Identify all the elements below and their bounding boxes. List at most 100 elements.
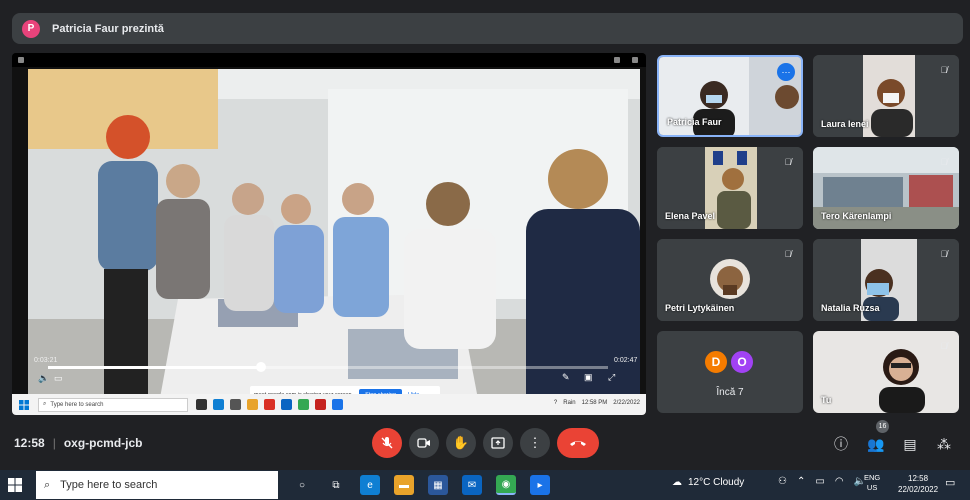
hand-icon: ✋ [452,435,470,450]
window-minimize-icon[interactable] [614,57,620,63]
search-icon: ⌕ [43,401,47,407]
task-view-icon[interactable] [196,399,207,410]
camera-toggle-button[interactable] [409,428,439,458]
chevron-up-icon[interactable]: ⌃ [797,476,805,487]
volume-icon[interactable]: 🔈 [38,373,49,384]
inner-search-placeholder: Type here to search [50,401,104,408]
raise-hand-button[interactable]: ✋ [446,428,476,458]
activities-icon: ⁂ [937,435,951,452]
mail-icon[interactable] [281,399,292,410]
inner-tray: ? Rain 12:58 PM 2/22/2022 [554,400,640,406]
office-icon[interactable] [264,399,275,410]
inner-search-box[interactable]: ⌕ Type here to search [38,397,188,412]
inner-clock-time: 12:58 PM [581,400,608,406]
clock-time: 12:58 [908,474,929,483]
taskbar-clock[interactable]: 12:58 22/02/2022 [898,473,938,495]
mic-off-icon: 🎙̸ [940,157,948,167]
avatar-o: O [729,349,755,375]
mic-off-icon: 🎙̸ [940,341,948,351]
cortana-icon[interactable]: ○ [292,475,312,495]
tile-more-participants[interactable]: D O Încă 7 [657,331,803,413]
tile-tero-karenlampi[interactable]: 🎙̸ Tero Kärenlampi [813,147,959,229]
shared-video[interactable]: 0:03:21 0:02:47 🔈 ▭ ✎ ▣ ⤢ meet.google.co… [28,69,640,415]
chrome-icon[interactable]: ◉ [496,475,516,495]
pip-icon[interactable]: ▣ [584,372,593,383]
video-progress-knob[interactable] [255,362,266,372]
people-button[interactable]: 👥 [866,434,886,454]
video-time-current: 0:03:21 [34,357,58,364]
tile-patricia-faur[interactable]: ⋯ Patricia Faur [657,55,803,137]
edge-icon[interactable]: e [360,475,380,495]
presentation-title-bar [12,53,646,67]
explorer-icon[interactable] [230,399,241,410]
taskbar-weather[interactable]: ☁ 12°C Cloudy [672,477,744,488]
window-close-icon[interactable] [632,57,638,63]
video-time-total: 0:02:47 [614,357,638,364]
fullscreen-icon[interactable]: ⤢ [608,372,615,383]
inner-taskbar-apps [196,399,343,410]
tile-elena-pavel[interactable]: 🎙̸ Elena Pavel [657,147,803,229]
notification-icon[interactable]: ▭ [945,476,961,492]
chrome-icon[interactable] [298,399,309,410]
more-options-button[interactable]: ⋮ [520,428,550,458]
leave-call-button[interactable] [557,428,599,458]
mic-toggle-button[interactable] [372,428,402,458]
taskbar-search-box[interactable]: ⌕ Type here to search [36,471,278,499]
mic-off-icon: 🎙̸ [784,249,792,259]
presenter-bar: P Patricia Faur prezintă [12,13,963,44]
lang-code: ENG [864,473,881,482]
file-explorer-icon[interactable]: ▬ [394,475,414,495]
camera-icon [417,438,430,448]
avatar-d: D [703,349,729,375]
more-participants-label: Încă 7 [716,387,744,398]
network-icon[interactable]: ◠ [835,476,844,487]
chat-icon: ▤ [903,435,917,452]
speaking-indicator-icon: ⋯ [777,63,795,81]
weather-text: 12°C Cloudy [688,477,745,488]
folder-icon[interactable] [247,399,258,410]
tile-petri-lytykainen[interactable]: 🎙̸ Petri Lytykäinen [657,239,803,321]
lang-region: US [866,483,878,492]
mic-off-icon: 🎙̸ [940,65,948,75]
video-progress-bar[interactable] [48,362,608,372]
presentation-view[interactable]: 0:03:21 0:02:47 🔈 ▭ ✎ ▣ ⤢ meet.google.co… [12,53,646,415]
participant-name: Natalia Ruzsa [821,303,880,313]
people-tray-icon[interactable]: ⚇ [778,476,787,487]
info-icon: ⓘ [834,436,848,452]
participant-name: Patricia Faur [667,117,722,127]
battery-icon[interactable]: ▭ [815,476,824,487]
mic-off-icon: 🎙̸ [940,249,948,259]
input-language[interactable]: ENG US [864,473,880,493]
store-icon[interactable]: ▦ [428,475,448,495]
tile-self[interactable]: 🎙̸ Tu [813,331,959,413]
edit-icon[interactable]: ✎ [562,372,570,383]
inner-help-icon[interactable]: ? [554,400,557,406]
edge-icon[interactable] [213,399,224,410]
classroom-scene [28,69,640,415]
meeting-details-button[interactable]: ⓘ [831,434,851,454]
activities-button[interactable]: ⁂ [934,434,954,454]
tile-natalia-ruzsa[interactable]: 🎙̸ Natalia Ruzsa [813,239,959,321]
more-vert-icon: ⋮ [528,435,542,450]
participant-name: Laura Ienei [821,119,869,129]
start-button[interactable] [0,470,30,500]
captions-icon[interactable]: ▭ [54,373,63,384]
meet-icon[interactable] [332,399,343,410]
chat-button[interactable]: ▤ [900,434,920,454]
search-icon: ⌕ [44,478,51,491]
mic-off-icon [381,437,393,449]
present-screen-icon [491,437,505,449]
windows-start-icon[interactable] [16,397,32,413]
tile-laura-ienei[interactable]: 🎙̸ Laura Ienei [813,55,959,137]
app-icon[interactable] [315,399,326,410]
meet-app-icon[interactable]: ▸ [530,475,550,495]
mail-icon[interactable]: ✉ [462,475,482,495]
participant-name: Tero Kärenlampi [821,211,892,221]
meeting-info: 12:58 | oxg-pcmd-jcb [14,436,143,450]
task-view-icon[interactable]: ⧉ [326,475,346,495]
present-button[interactable] [483,428,513,458]
meeting-code[interactable]: oxg-pcmd-jcb [64,436,143,450]
taskbar-search-placeholder: Type here to search [60,479,158,491]
video-progress-fill [48,366,261,369]
inner-weather-text: Rain [563,400,576,406]
